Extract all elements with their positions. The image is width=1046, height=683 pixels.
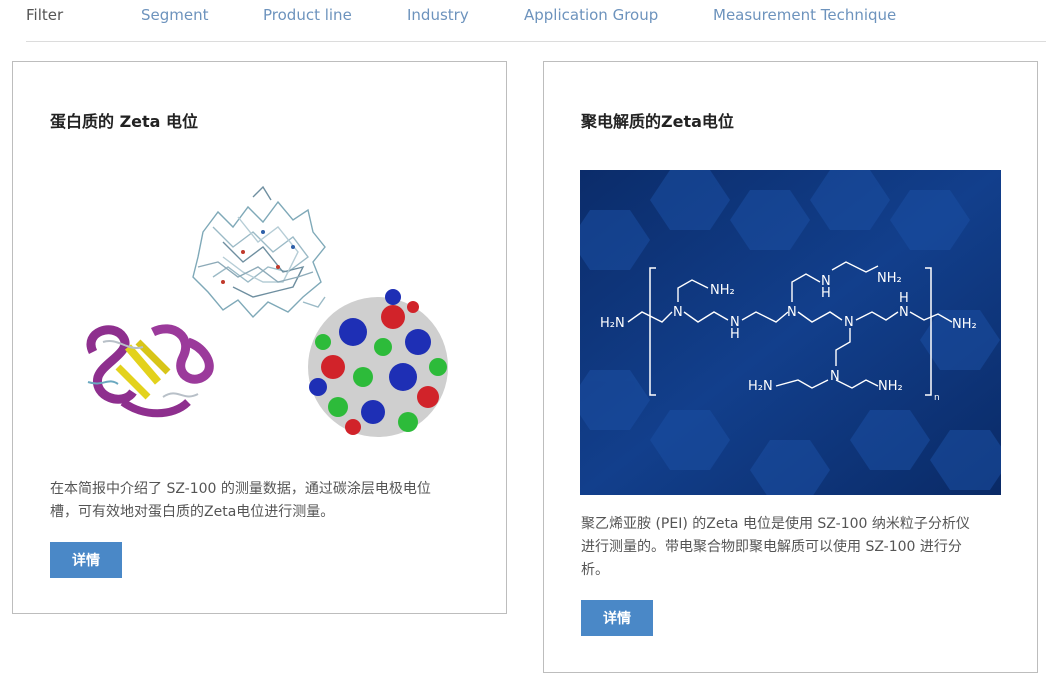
filter-application-group[interactable]: Application Group xyxy=(524,6,658,24)
filter-industry[interactable]: Industry xyxy=(407,6,469,24)
atom-label: N xyxy=(787,305,797,320)
filter-product-line[interactable]: Product line xyxy=(263,6,352,24)
atom-label: NH₂ xyxy=(710,283,735,298)
atom-label: N xyxy=(830,369,840,384)
card-description: 聚乙烯亚胺 (PEI) 的Zeta 电位是使用 SZ-100 纳米粒子分析仪 进… xyxy=(581,513,1021,582)
atom-label: NH₂ xyxy=(952,317,977,332)
desc-line: 在本简报中介绍了 SZ-100 的测量数据，通过碳涂层电极电位 xyxy=(50,481,431,497)
atom-label: N xyxy=(899,305,909,320)
filter-bar: Filter Segment Product line Industry App… xyxy=(26,0,1046,42)
atom-label: H xyxy=(899,291,909,306)
card-title: 蛋白质的 Zeta 电位 xyxy=(50,112,199,131)
atom-label: NH₂ xyxy=(877,271,902,286)
protein-wireframe-icon xyxy=(192,185,326,319)
card-title: 聚电解质的Zeta电位 xyxy=(581,112,734,131)
protein-ribbon-icon xyxy=(86,324,214,418)
atom-label: H xyxy=(730,327,740,342)
filter-measurement-technique[interactable]: Measurement Technique xyxy=(713,6,896,24)
desc-line: 聚乙烯亚胺 (PEI) 的Zeta 电位是使用 SZ-100 纳米粒子分析仪 xyxy=(581,516,970,532)
atom-label: N xyxy=(673,305,683,320)
atom-label: H xyxy=(821,286,831,301)
desc-line: 析。 xyxy=(581,562,609,578)
desc-line: 槽，可有效地对蛋白质的Zeta电位进行测量。 xyxy=(50,504,335,520)
details-button[interactable]: 详情 xyxy=(581,600,653,636)
card-protein-zeta: 蛋白质的 Zeta 电位 在本简报中介绍了 SZ-100 的测量数据，通过碳涂层… xyxy=(12,61,507,614)
card-description: 在本简报中介绍了 SZ-100 的测量数据，通过碳涂层电极电位 槽，可有效地对蛋… xyxy=(50,478,490,524)
details-button[interactable]: 详情 xyxy=(50,542,122,578)
filter-label: Filter xyxy=(26,6,64,24)
atom-label: n xyxy=(934,393,940,403)
atom-label: H₂N xyxy=(600,316,625,331)
protein-structures-image xyxy=(63,172,463,452)
protein-surface-icon xyxy=(308,289,448,437)
atom-label: N xyxy=(844,315,854,330)
pei-structure-image: H₂N N NH₂ N H N N H NH₂ N H N NH₂ N H₂N … xyxy=(580,170,1001,495)
desc-line: 进行测量的。带电聚合物即聚电解质可以使用 SZ-100 进行分 xyxy=(581,539,962,555)
filter-segment[interactable]: Segment xyxy=(141,6,209,24)
card-polyelectrolyte-zeta: 聚电解质的Zeta电位 H₂N N NH₂ N H N N H NH₂ N H … xyxy=(543,61,1038,673)
atom-label: NH₂ xyxy=(878,379,903,394)
atom-label: H₂N xyxy=(748,379,773,394)
